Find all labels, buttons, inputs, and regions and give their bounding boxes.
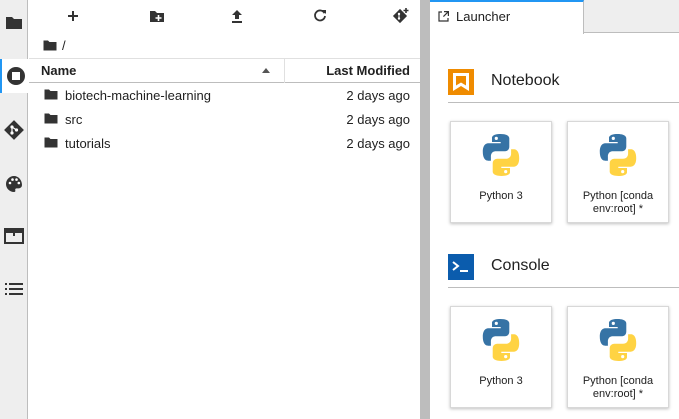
breadcrumb-path[interactable]: / (62, 38, 66, 53)
file-name: tutorials (65, 136, 111, 151)
notebook-section-header: Notebook (448, 66, 679, 102)
tab-launcher-label: Launcher (456, 9, 511, 24)
file-list: biotech-machine-learning 2 days ago src … (29, 84, 420, 156)
card-label: Python [conda env:root] * (582, 375, 654, 400)
git-icon (4, 120, 24, 140)
plus-icon (68, 11, 78, 21)
column-header-name[interactable]: Name (29, 59, 285, 83)
file-modified: 2 days ago (346, 136, 410, 151)
upload-icon (232, 10, 242, 23)
list-icon (5, 283, 23, 295)
column-header-last-modified[interactable]: Last Modified (286, 59, 420, 83)
git-clone-icon (392, 8, 409, 24)
palette-icon (6, 176, 22, 192)
console-section-header: Console (448, 251, 679, 287)
file-browser-panel: / Name Last Modified biotech-machine-lea… (29, 0, 420, 419)
launcher-tab-icon (438, 11, 449, 22)
folder-icon (6, 17, 22, 29)
card-label: Python [conda env:root] * (582, 190, 654, 215)
file-modified: 2 days ago (346, 88, 410, 103)
panel-splitter[interactable] (420, 0, 430, 419)
python-logo-icon (482, 319, 520, 361)
git-clone-button[interactable] (391, 6, 411, 26)
folder-icon (44, 113, 58, 124)
file-row[interactable]: src 2 days ago (29, 108, 420, 132)
tab-icon (4, 228, 24, 244)
folder-icon (44, 137, 58, 148)
jupyterlab-window: / Name Last Modified biotech-machine-lea… (0, 0, 679, 419)
folder-icon[interactable] (43, 40, 57, 51)
file-modified: 2 days ago (346, 112, 410, 127)
notebook-section-title: Notebook (491, 72, 560, 89)
python-logo-icon (482, 134, 520, 176)
folder-icon (44, 89, 58, 100)
notebook-section-divider (448, 102, 679, 103)
activity-table-of-contents[interactable] (0, 272, 28, 306)
python-logo-icon (599, 134, 637, 176)
launcher: Notebook Python 3 Python [conda env:root… (430, 34, 679, 419)
file-row[interactable]: tutorials 2 days ago (29, 132, 420, 156)
sort-ascending-icon (262, 68, 270, 73)
column-header-name-label: Name (41, 63, 77, 78)
activity-open-tabs[interactable] (0, 219, 28, 253)
upload-button[interactable] (227, 6, 247, 26)
tab-bar: Launcher (430, 0, 679, 34)
column-header-last-modified-label: Last Modified (326, 63, 410, 78)
new-folder-icon (150, 10, 164, 22)
activity-bar (0, 0, 29, 419)
notebook-card-python3[interactable]: Python 3 (450, 121, 552, 223)
console-section-title: Console (491, 257, 550, 274)
notebook-card-python-conda-root[interactable]: Python [conda env:root] * (567, 121, 669, 223)
file-row[interactable]: biotech-machine-learning 2 days ago (29, 84, 420, 108)
breadcrumb: / (43, 36, 66, 54)
python-logo-icon (599, 319, 637, 361)
file-name: src (65, 112, 83, 127)
stop-circle-icon (6, 67, 25, 85)
console-card-python-conda-root[interactable]: Python [conda env:root] * (567, 306, 669, 408)
file-name: biotech-machine-learning (65, 88, 211, 103)
file-browser-toolbar (29, 0, 420, 32)
activity-file-browser[interactable] (0, 6, 28, 40)
activity-commands[interactable] (0, 167, 28, 201)
file-list-header: Name Last Modified (29, 58, 420, 83)
card-label: Python 3 (479, 375, 523, 387)
main-dock-area: Launcher Notebook Python 3 Python [conda… (430, 0, 679, 419)
refresh-button[interactable] (310, 6, 330, 26)
console-card-python3[interactable]: Python 3 (450, 306, 552, 408)
new-launcher-button[interactable] (63, 6, 83, 26)
activity-git[interactable] (0, 113, 28, 147)
tab-launcher[interactable]: Launcher (430, 0, 584, 34)
console-icon (448, 254, 474, 280)
new-folder-button[interactable] (147, 6, 167, 26)
activity-running-sessions[interactable] (0, 59, 29, 93)
card-label: Python 3 (479, 190, 523, 202)
refresh-icon (314, 9, 326, 22)
notebook-icon (448, 69, 474, 95)
console-section-divider (448, 287, 679, 288)
